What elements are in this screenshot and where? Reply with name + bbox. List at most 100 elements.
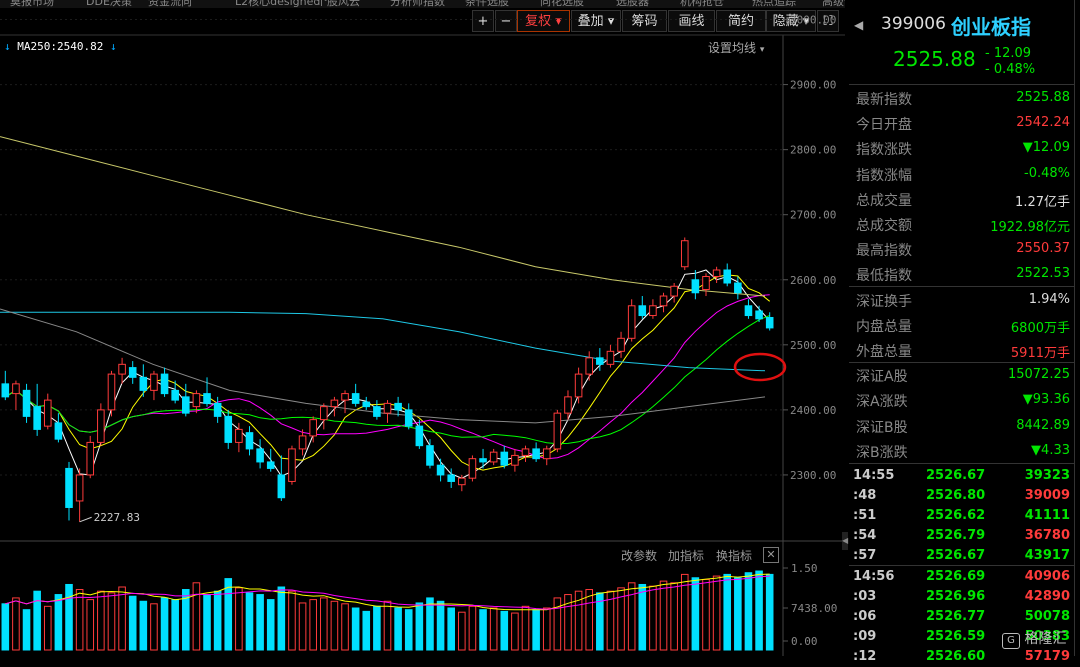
vol-tick-label: 0.00 (791, 635, 818, 648)
quote-label: 最高指数 (856, 243, 912, 260)
volume-bar (659, 580, 668, 651)
quote-label: 今日开盘 (856, 117, 912, 134)
quote-value: -0.48% (1024, 165, 1070, 181)
tick-time: 14:55 (853, 468, 895, 483)
volume-bar (489, 607, 498, 651)
candle-body (139, 376, 148, 391)
candle-body (277, 474, 286, 499)
candle-body (373, 406, 381, 417)
candle-body (511, 454, 519, 466)
volume-bar (150, 603, 158, 651)
quote-value: 2522.53 (1016, 266, 1070, 282)
tick-price: 2526.67 (926, 468, 986, 483)
tick-row: :51 2526.62 41111 (849, 506, 1074, 526)
candle-body (171, 389, 179, 401)
volume-bar (160, 597, 169, 651)
candle-body (564, 396, 572, 414)
quote-value: 2542.24 (1016, 115, 1070, 131)
candle-body (680, 240, 689, 268)
tick-time: :48 (853, 488, 877, 504)
candle-body (712, 269, 721, 278)
volume-bar (12, 597, 20, 651)
tick-time: :51 (853, 508, 877, 524)
candle-body (330, 399, 339, 408)
candle-body (54, 422, 63, 440)
last-price: 2525.88 (893, 47, 976, 71)
candle-body (585, 357, 594, 375)
candle-body (160, 373, 169, 395)
tick-time: :06 (853, 608, 877, 624)
volume-bar (362, 610, 371, 651)
divider (849, 565, 1074, 566)
switch-indicator-link[interactable]: 换指标 (716, 547, 752, 564)
candle-body (235, 428, 243, 443)
volume-bar (288, 590, 296, 651)
min-price-label: 2227.83 (94, 511, 140, 524)
quote-label: 深证B股 (856, 419, 908, 436)
candle-body (765, 316, 774, 329)
tick-row: :12 2526.60 57179 (849, 647, 1074, 667)
quote-row: 深A涨跌 ▼93.36 (849, 388, 1074, 413)
tick-price: 2526.79 (926, 528, 986, 544)
volume-bar (54, 594, 63, 651)
volume-bar (458, 611, 466, 651)
candle-body (12, 383, 20, 395)
candle-body (351, 393, 360, 404)
tick-row: :03 2526.96 42890 (849, 587, 1074, 607)
y-tick-label: 2800.00 (790, 144, 836, 157)
tick-time: :03 (853, 588, 877, 604)
volume-bar (65, 583, 73, 651)
index-name: 创业板指 (951, 15, 1031, 39)
volume-bar (320, 597, 328, 651)
y-tick-label: 2400.00 (790, 404, 836, 417)
candle-body (553, 412, 562, 450)
close-icon[interactable]: ✕ (763, 547, 779, 563)
collapse-arrow-icon[interactable]: ◀ (854, 18, 863, 32)
volume-bar (1, 603, 10, 651)
quote-value: ▼12.09 (1022, 140, 1070, 156)
quote-label: 内盘总量 (856, 318, 912, 335)
candle-body (447, 474, 455, 482)
tick-price: 2526.59 (926, 628, 986, 644)
candle-body (65, 467, 73, 508)
candle-body (224, 415, 233, 443)
candle-body (404, 409, 413, 427)
volume-bar (521, 605, 530, 651)
volume-bar (213, 590, 222, 651)
ma30-line (5, 315, 770, 445)
volume-bar (723, 573, 732, 651)
change-params-link[interactable]: 改参数 (621, 547, 657, 564)
candle-body (33, 406, 41, 430)
candle-body (309, 419, 317, 437)
candle-body (489, 451, 498, 463)
candle-body (596, 357, 604, 365)
volume-bar (447, 607, 455, 651)
volume-bar (479, 609, 487, 651)
y-tick-label: 2300.00 (790, 469, 836, 482)
y-tick-label: 2500.00 (790, 339, 836, 352)
candle-body (128, 367, 137, 378)
panel-collapse-handle[interactable]: ◀ (842, 532, 848, 550)
vol-tick-label: 7438.00 (791, 602, 837, 615)
min-marker-line (79, 516, 92, 523)
quote-value: 6800万手 (1010, 320, 1070, 336)
add-indicator-link[interactable]: 加指标 (668, 547, 704, 564)
candle-body (1, 383, 10, 398)
tick-row: 14:55 2526.67 39323 (849, 466, 1074, 486)
quote-row: 深证B股 8442.89 (849, 414, 1074, 439)
tick-time: :12 (853, 648, 877, 664)
tick-price: 2526.77 (926, 608, 986, 624)
candle-body (415, 425, 424, 447)
candle-body (458, 477, 466, 486)
volume-bar (341, 603, 349, 651)
volume-bar (256, 594, 264, 651)
volume-bar (744, 572, 753, 651)
price-change: - 12.09 (985, 46, 1032, 61)
volume-bar (33, 590, 41, 651)
volume-bar (75, 589, 84, 651)
logo-icon: G (1002, 633, 1020, 649)
volume-bar (734, 577, 742, 651)
y-tick-label: 2600.00 (790, 274, 836, 287)
divider (849, 286, 1074, 287)
quote-row: 今日开盘 2542.24 (849, 111, 1074, 136)
